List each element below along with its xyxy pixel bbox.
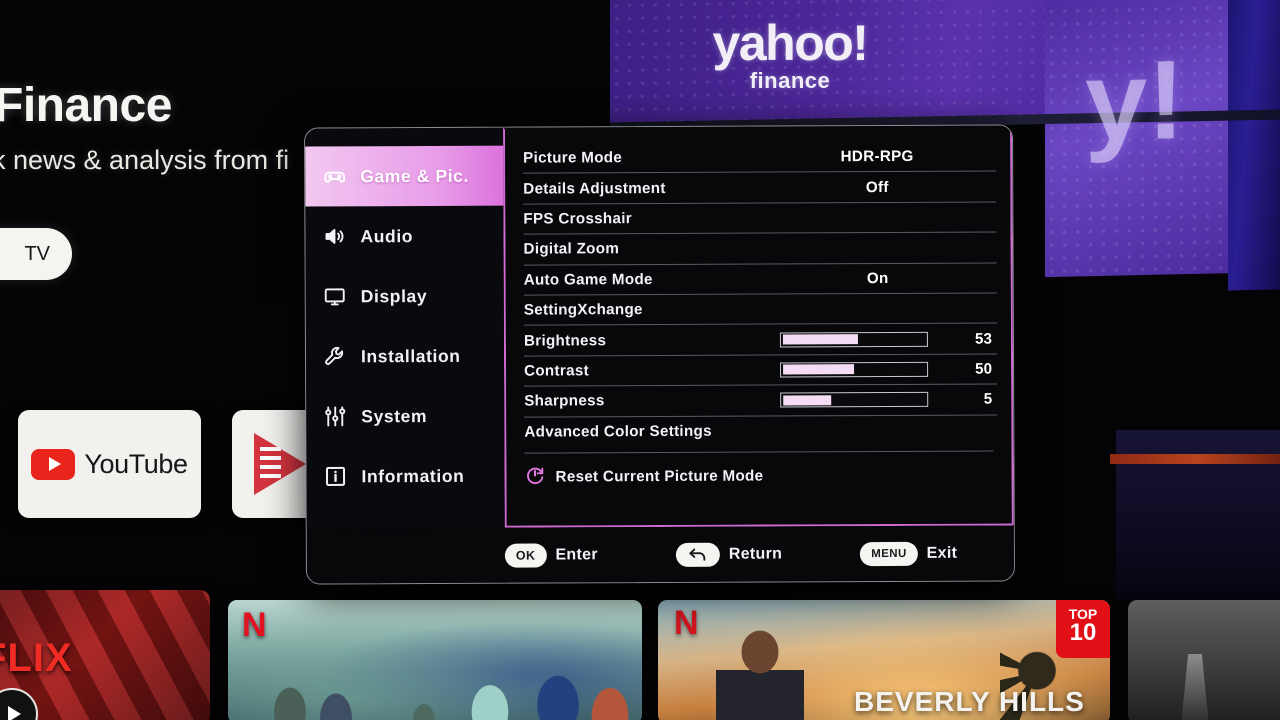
settings-rows: Picture Mode HDR-RPG Details Adjustment … <box>505 127 1011 447</box>
setting-label: FPS Crosshair <box>523 210 633 228</box>
footer-action-label: Return <box>728 544 783 563</box>
background-headline: Finance <box>0 79 172 132</box>
sidebar-item-game-and-pic[interactable]: Game & Pic. <box>305 145 504 207</box>
setting-value <box>819 217 935 218</box>
setting-value <box>820 248 936 249</box>
sidebar-item-installation[interactable]: Installation <box>306 326 504 387</box>
beverly-hills-title: BEVERLY HILLS <box>854 686 1085 717</box>
sidebar-item-label: System <box>361 405 428 426</box>
setting-label: Brightness <box>523 331 607 350</box>
bridgerton-artwork <box>228 600 642 720</box>
menu-footer: OK Enter Return MENU Exit <box>306 525 1015 584</box>
setting-label: Sharpness <box>524 392 605 410</box>
background-filler <box>0 300 300 400</box>
settings-content-panel: Picture Mode HDR-RPG Details Adjustment … <box>503 125 1014 528</box>
youtube-icon <box>31 448 76 480</box>
netflix-n-icon: N <box>242 606 267 644</box>
netflix-n-icon: N <box>674 604 699 642</box>
setting-value <box>820 308 936 309</box>
speaker-icon <box>321 223 347 249</box>
finance-logo-text: finance <box>749 68 831 93</box>
play-movies-icon <box>254 433 306 495</box>
menu-key-badge: MENU <box>860 541 918 566</box>
reset-icon <box>524 464 545 490</box>
netflix-tile-beverly-hills[interactable]: N BEVERLY HILLS TOP 10 <box>658 600 1110 720</box>
setting-row-advanced-color-settings[interactable]: Advanced Color Settings <box>524 415 997 447</box>
sidebar-item-audio[interactable]: Audio <box>305 206 503 267</box>
footer-action-label: Enter <box>555 545 598 563</box>
setting-value: On <box>866 269 889 287</box>
gamepad-icon <box>321 163 347 189</box>
app-tile-youtube[interactable]: YouTube <box>18 410 201 518</box>
footer-action-return[interactable]: Return <box>675 542 783 567</box>
setting-value <box>820 430 936 431</box>
footer-action-enter[interactable]: OK Enter <box>504 542 598 568</box>
wrench-icon <box>322 343 348 369</box>
youtube-label: YouTube <box>84 448 188 479</box>
setting-row-contrast[interactable]: Contrast 50 <box>524 354 998 387</box>
setting-label: Auto Game Mode <box>523 270 653 289</box>
setting-label: Digital Zoom <box>523 240 620 258</box>
setting-value: HDR-RPG <box>840 148 914 166</box>
info-box-icon <box>322 463 348 489</box>
yahoo-logo-text: yahoo! <box>712 15 869 71</box>
sidebar-item-label: Audio <box>360 225 414 246</box>
setting-label: Details Adjustment <box>523 179 666 198</box>
menu-body: Game & Pic. Audio Display Installation S… <box>305 125 1014 563</box>
footer-action-label: Exit <box>926 544 958 562</box>
netflix-left-label: FLIX <box>0 636 73 680</box>
sidebar-item-label: Game & Pic. <box>360 165 469 186</box>
background-red-band <box>1110 454 1280 464</box>
setting-value: 5 <box>983 390 993 408</box>
monitor-icon <box>322 283 348 309</box>
sidebar-item-label: Installation <box>360 345 461 366</box>
slider-fill <box>782 334 859 345</box>
setting-value: Off <box>865 178 889 196</box>
top-10-badge: TOP 10 <box>1056 600 1110 658</box>
setting-row-sharpness[interactable]: Sharpness 5 <box>524 384 998 418</box>
sidebar-item-label: Display <box>360 285 428 306</box>
setting-row-settingxchange[interactable]: SettingXchange <box>523 293 997 326</box>
sliders-icon <box>322 403 348 429</box>
background-subheadline: k news & analysis from fi <box>0 145 290 175</box>
tv-screen: yahoo! finance y! Finance k news & analy… <box>0 0 1280 720</box>
sidebar-item-label: Information <box>361 465 465 486</box>
setting-row-picture-mode[interactable]: Picture Mode HDR-RPG <box>523 141 997 174</box>
tv-pill-button[interactable]: TV <box>0 228 72 280</box>
sharpness-slider[interactable] <box>780 392 929 408</box>
setting-row-digital-zoom[interactable]: Digital Zoom <box>523 232 997 266</box>
netflix-tile-right[interactable] <box>1128 600 1280 720</box>
footer-action-exit[interactable]: MENU Exit <box>860 541 958 566</box>
sidebar-item-display[interactable]: Display <box>306 266 504 327</box>
setting-row-auto-game-mode[interactable]: Auto Game Mode On <box>523 263 997 296</box>
reset-label: Reset Current Picture Mode <box>555 467 764 486</box>
setting-label: Picture Mode <box>523 149 623 167</box>
y-watermark-icon: y! <box>1085 36 1185 165</box>
setting-label: Advanced Color Settings <box>524 422 712 441</box>
setting-label: Contrast <box>524 362 589 380</box>
contrast-slider[interactable] <box>780 361 929 378</box>
settings-sidebar: Game & Pic. Audio Display Installation S… <box>305 127 505 563</box>
slider-fill <box>782 364 855 375</box>
setting-value: 53 <box>974 330 992 348</box>
banner-edge <box>1228 0 1280 291</box>
beverly-character-artwork <box>716 626 804 720</box>
return-arrow-icon <box>675 542 720 567</box>
tv-pill-label: TV <box>24 242 50 265</box>
setting-label: SettingXchange <box>523 301 643 319</box>
reset-current-picture-mode-button[interactable]: Reset Current Picture Mode <box>506 451 1011 493</box>
setting-value: 50 <box>975 360 993 378</box>
ok-key-badge: OK <box>504 542 547 568</box>
setting-row-details-adjustment[interactable]: Details Adjustment Off <box>523 171 997 205</box>
setting-row-fps-crosshair[interactable]: FPS Crosshair <box>523 202 997 235</box>
slider-fill <box>782 395 832 406</box>
brightness-slider[interactable] <box>779 331 928 348</box>
sidebar-item-information[interactable]: Information <box>306 446 504 507</box>
sidebar-item-system[interactable]: System <box>306 386 504 447</box>
yahoo-finance-logo: yahoo! finance <box>690 18 890 98</box>
setting-row-brightness[interactable]: Brightness 53 <box>523 323 998 357</box>
settings-menu-panel: Game & Pic. Audio Display Installation S… <box>304 124 1015 585</box>
netflix-tile-bridgerton[interactable]: N <box>228 600 642 720</box>
top-10-badge-number: 10 <box>1069 619 1097 646</box>
